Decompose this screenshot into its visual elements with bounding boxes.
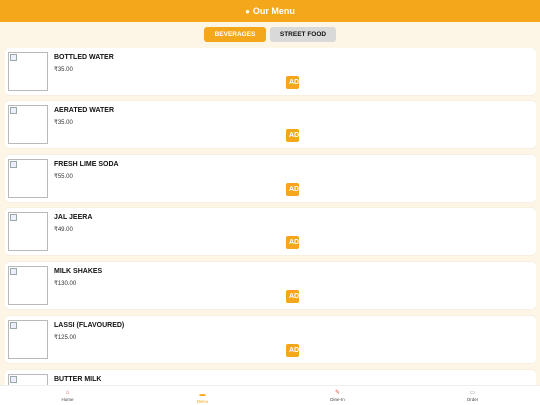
nav-order[interactable]: ▭ Order: [405, 386, 540, 405]
broken-image-icon: [10, 54, 17, 61]
nav-label: Menu: [196, 398, 209, 404]
add-button[interactable]: AD: [286, 183, 299, 196]
nav-menu[interactable]: ▬ Menu: [135, 386, 270, 405]
item-name: AERATED WATER: [54, 107, 115, 114]
nav-dine-in[interactable]: ✎ Dine-In: [270, 386, 405, 405]
item-image: [8, 266, 48, 305]
category-tabs: BEVERAGES STREET FOOD: [0, 27, 540, 42]
menu-item-card: LASSI (FLAVOURED) ₹125.00 AD: [5, 316, 536, 363]
item-name: MILK SHAKES: [54, 268, 103, 275]
nav-label: Order: [466, 396, 479, 402]
item-price: ₹125.00: [54, 335, 77, 341]
menu-item-card: MILK SHAKES ₹130.00 AD: [5, 262, 536, 309]
item-name: BOTTLED WATER: [54, 54, 114, 61]
broken-image-icon: [10, 376, 17, 383]
add-button[interactable]: AD: [286, 76, 299, 89]
top-bar: ● Our Menu: [0, 0, 540, 22]
home-icon: ⌂: [65, 389, 70, 396]
nav-label: Dine-In: [330, 396, 345, 402]
item-price: ₹130.00: [54, 281, 77, 287]
tab-beverages[interactable]: BEVERAGES: [204, 27, 266, 42]
bottom-nav: ⌂ Home ▬ Menu ✎ Dine-In ▭ Order: [0, 385, 540, 405]
item-price: ₹49.00: [54, 227, 73, 233]
menu-icon: ▬: [199, 391, 206, 398]
item-image: [8, 212, 48, 251]
tab-street-food[interactable]: STREET FOOD: [270, 27, 336, 42]
dine-in-icon: ✎: [334, 389, 341, 396]
nav-label: Home: [61, 396, 74, 402]
item-image: [8, 320, 48, 359]
add-button[interactable]: AD: [286, 236, 299, 249]
broken-image-icon: [10, 214, 17, 221]
item-price: ₹35.00: [54, 67, 73, 73]
item-image: [8, 52, 48, 91]
add-button[interactable]: AD: [286, 290, 299, 303]
pin-icon: ●: [245, 6, 250, 16]
broken-image-icon: [10, 268, 17, 275]
nav-home[interactable]: ⌂ Home: [0, 386, 135, 405]
item-image: [8, 105, 48, 144]
menu-item-card: BUTTER MILK AD: [5, 370, 536, 385]
menu-list[interactable]: BOTTLED WATER ₹35.00 AD AERATED WATER ₹3…: [5, 48, 536, 385]
menu-item-card: JAL JEERA ₹49.00 AD: [5, 208, 536, 255]
menu-item-card: BOTTLED WATER ₹35.00 AD: [5, 48, 536, 95]
broken-image-icon: [10, 161, 17, 168]
item-name: LASSI (FLAVOURED): [54, 322, 125, 329]
item-price: ₹35.00: [54, 120, 73, 126]
menu-item-card: AERATED WATER ₹35.00 AD: [5, 101, 536, 148]
add-button[interactable]: AD: [286, 344, 299, 357]
broken-image-icon: [10, 107, 17, 114]
item-image: [8, 374, 48, 385]
item-name: JAL JEERA: [54, 214, 93, 221]
add-button[interactable]: AD: [286, 129, 299, 142]
order-icon: ▭: [469, 389, 476, 396]
page-title: Our Menu: [252, 6, 295, 16]
item-name: FRESH LIME SODA: [54, 161, 119, 168]
broken-image-icon: [10, 322, 17, 329]
item-price: ₹55.00: [54, 174, 73, 180]
menu-item-card: FRESH LIME SODA ₹55.00 AD: [5, 155, 536, 202]
item-name: BUTTER MILK: [54, 376, 102, 383]
item-image: [8, 159, 48, 198]
